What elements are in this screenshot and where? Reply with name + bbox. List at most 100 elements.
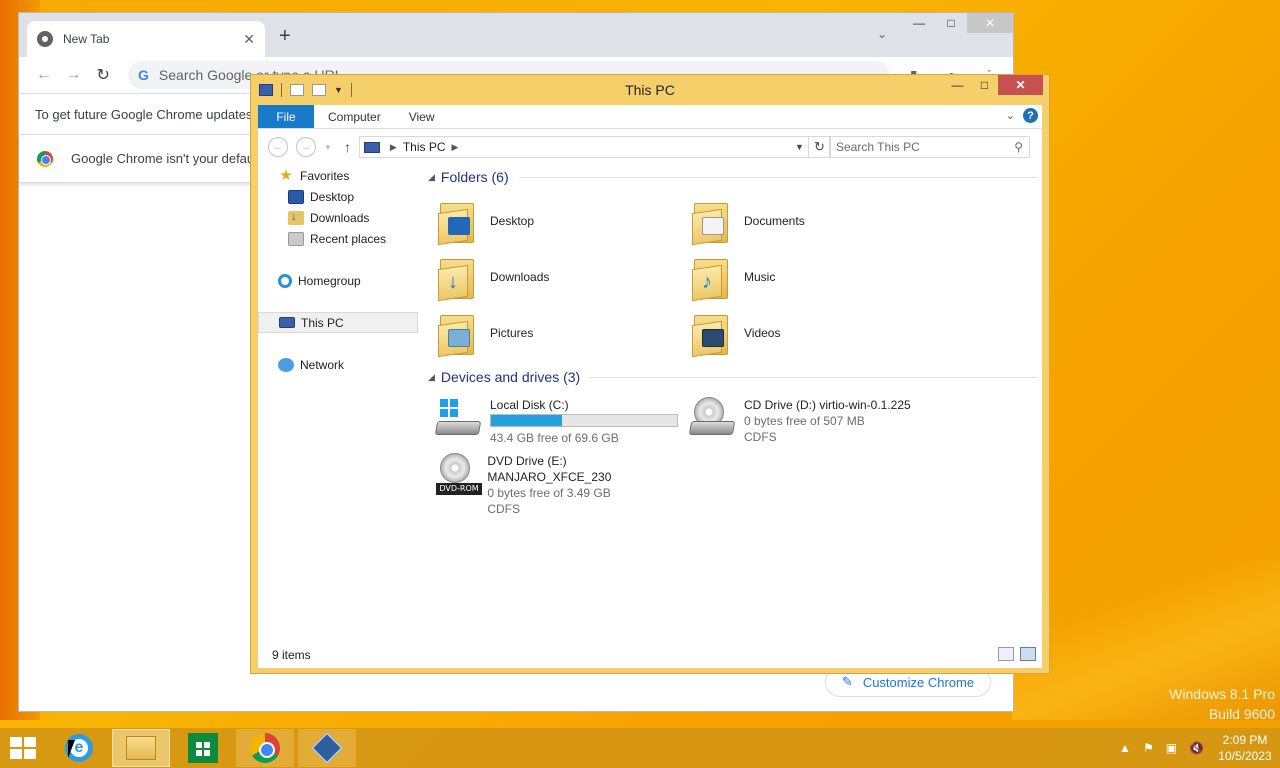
network-status-icon[interactable]: ▣ [1166,741,1177,755]
star-icon: ★ [279,166,293,184]
forward-button[interactable]: → [296,137,316,157]
drive-usage-fill [491,415,562,426]
nav-item-favorites[interactable]: ★ Favorites [258,165,418,186]
network-icon [278,357,294,372]
nav-item-desktop[interactable]: Desktop [258,186,418,207]
chrome-minimize-button[interactable]: — [903,13,935,33]
address-dropdown-chevron-icon[interactable]: ▼ [795,142,804,152]
start-button[interactable] [0,728,46,768]
taskbar-virtualbox[interactable] [298,729,356,767]
drive-dvd-e[interactable]: DVD-ROM DVD Drive (E:) MANJARO_XFCE_230 … [428,449,682,516]
folder-label: Videos [744,326,781,340]
recent-locations-chevron-icon[interactable]: ▼ [324,143,332,152]
local-disk-icon [434,397,482,441]
nav-label: This PC [301,315,344,330]
explorer-minimize-button[interactable]: — [944,75,971,95]
folder-desktop[interactable]: Desktop [428,193,682,249]
taskbar-store[interactable] [174,729,232,767]
drive-free-space: 0 bytes free of 3.49 GB [487,486,611,500]
mouse-cursor-icon [68,740,75,758]
nav-item-downloads[interactable]: Downloads [258,207,418,228]
new-tab-button[interactable]: + [279,25,291,48]
taskbar-file-explorer[interactable] [112,729,170,767]
default-browser-text: Google Chrome isn't your defau [71,151,255,166]
show-hidden-icons-chevron-icon[interactable]: ▲ [1119,741,1131,755]
collapse-triangle-icon[interactable]: ◢ [428,372,435,383]
tab-close-icon[interactable]: ✕ [243,31,255,48]
taskbar: e ▲ ⚑ ▣ 🔇 2:09 PM 10/5/2023 [0,728,1280,768]
breadcrumb-this-pc[interactable]: This PC [403,140,446,154]
folder-videos[interactable]: Videos [682,305,936,361]
nav-label: Favorites [300,168,350,183]
taskbar-internet-explorer[interactable]: e [50,729,108,767]
drives-group-header[interactable]: ◢ Devices and drives (3) [428,365,1038,389]
explorer-titlebar[interactable]: ▼ This PC — □ ✕ [251,75,1049,105]
folder-documents[interactable]: Documents [682,193,936,249]
watermark-build: Build 9600 [1208,706,1275,722]
chrome-close-button[interactable]: ✕ [967,13,1013,33]
tab-file[interactable]: File [258,105,314,128]
downloads-icon [288,209,304,225]
tab-search-chevron-icon[interactable]: ⌄ [877,27,887,41]
large-icons-view-icon[interactable] [1020,647,1036,661]
folder-downloads[interactable]: ↓ Downloads [428,249,682,305]
explorer-close-button[interactable]: ✕ [998,75,1043,95]
breadcrumb-chevron-icon[interactable]: ▶ [390,142,397,153]
cd-drive-icon [688,397,736,441]
collapse-triangle-icon[interactable]: ◢ [428,172,435,183]
ribbon-right-controls: ⌄ ? [1006,108,1038,123]
address-field[interactable]: ▶ This PC ▶ ▼ [358,136,809,158]
drive-usage-bar [490,414,678,427]
chrome-logo-icon [37,150,53,167]
folder-label: Downloads [490,270,550,284]
drive-cd-d[interactable]: CD Drive (D:) virtio-win-0.1.225 0 bytes… [682,393,936,449]
dvd-rom-label: DVD-ROM [436,483,482,495]
up-arrow-icon[interactable]: ↑ [344,139,351,155]
back-button[interactable]: ← [268,137,288,157]
pictures-folder-icon [438,311,478,358]
action-center-flag-icon[interactable]: ⚑ [1143,741,1154,755]
nav-item-this-pc[interactable]: This PC [258,312,418,333]
pencil-icon: ✎ [841,674,853,689]
folders-group-header[interactable]: ◢ Folders (6) [428,165,1038,189]
chrome-tab-new-tab[interactable]: New Tab ✕ [27,21,265,57]
clock[interactable]: 2:09 PM 10/5/2023 [1210,732,1280,764]
nav-label: Downloads [310,210,370,225]
nav-item-homegroup[interactable]: Homegroup [258,270,418,291]
back-arrow-icon[interactable]: ← [29,66,59,84]
taskbar-chrome[interactable] [236,729,294,767]
folder-music[interactable]: ♪ Music [682,249,936,305]
chrome-maximize-button[interactable]: □ [935,13,967,33]
help-icon[interactable]: ? [1023,108,1038,123]
refresh-icon[interactable]: ↻ [808,136,831,158]
update-infobar-text: To get future Google Chrome updates [35,106,253,122]
search-input[interactable]: Search This PC ⚲ [829,136,1030,158]
this-pc-icon [279,317,295,328]
nav-item-recent-places[interactable]: Recent places [258,228,418,249]
forward-arrow-icon[interactable]: → [59,66,89,84]
drive-local-disk-c[interactable]: Local Disk (C:) 43.4 GB free of 69.6 GB [428,393,682,449]
chrome-window-controls: — □ ✕ [903,13,1013,33]
details-view-icon[interactable] [998,647,1014,661]
clock-date: 10/5/2023 [1218,749,1272,763]
chrome-favicon-icon [37,31,53,47]
expand-ribbon-chevron-icon[interactable]: ⌄ [1006,109,1015,122]
breadcrumb-chevron-icon[interactable]: ▶ [452,142,459,153]
folder-pictures[interactable]: Pictures [428,305,682,361]
tab-computer[interactable]: Computer [314,105,395,128]
tab-view[interactable]: View [395,105,449,128]
google-g-icon: G [138,67,149,83]
search-icon: ⚲ [1014,140,1023,154]
windows-watermark: Windows 8.1 Pro Build 9600 [1169,684,1275,724]
volume-muted-icon[interactable]: 🔇 [1189,741,1204,755]
watermark-edition: Windows 8.1 Pro [1169,686,1275,702]
chrome-icon [250,733,280,763]
view-switcher [998,647,1036,661]
drives-header-label: Devices and drives (3) [440,369,581,385]
ribbon-tabs: File Computer View ⌄ ? [258,105,1042,129]
folders-grid: Desktop Documents ↓ Downloads ♪ Music Pi… [428,193,1038,361]
reload-icon[interactable]: ↻ [88,65,118,85]
explorer-maximize-button[interactable]: □ [971,75,998,95]
nav-item-network[interactable]: Network [258,354,418,375]
drive-free-space: 43.4 GB free of 69.6 GB [490,431,619,445]
